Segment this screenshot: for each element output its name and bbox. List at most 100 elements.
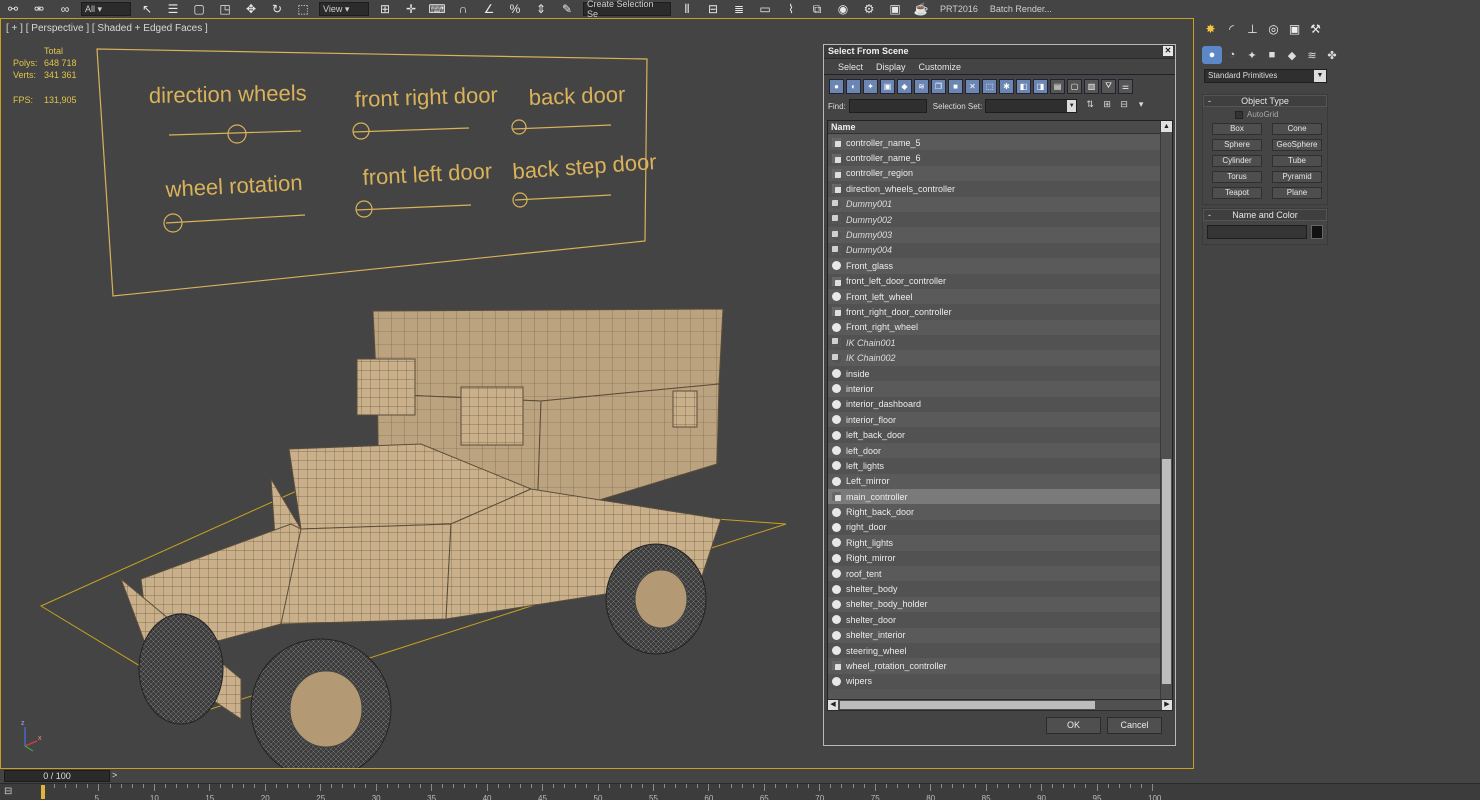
link-icon[interactable]: ⚯ <box>2 1 24 17</box>
utilities-tab-icon[interactable]: ⚒ <box>1305 20 1326 38</box>
filter-options-icon[interactable]: ⚌ <box>1118 78 1133 94</box>
list-item[interactable]: Dummy003 <box>828 227 1161 243</box>
display-bones-icon[interactable]: ✕ <box>965 78 980 94</box>
primitive-button-tube[interactable]: Tube <box>1272 155 1322 167</box>
find-input[interactable] <box>848 99 927 113</box>
autogrid-checkbox[interactable]: AutoGrid <box>1235 110 1327 119</box>
scroll-right-icon[interactable]: ▶ <box>1162 700 1172 710</box>
spinner-snap-icon[interactable]: ⇕ <box>530 1 552 17</box>
select-manipulate-icon[interactable]: ✛ <box>400 1 422 17</box>
rotate-icon[interactable]: ↻ <box>266 1 288 17</box>
window-crossing-icon[interactable]: ◳ <box>214 1 236 17</box>
pivot-icon[interactable]: ⊞ <box>374 1 396 17</box>
list-item[interactable]: interior_dashboard <box>828 396 1161 413</box>
frame-indicator[interactable]: 0 / 100 <box>4 770 110 782</box>
list-item[interactable]: controller_name_5 <box>828 135 1161 151</box>
time-marker[interactable] <box>41 785 45 799</box>
display-frozen-icon[interactable]: ✱ <box>999 78 1014 94</box>
menu-display[interactable]: Display <box>876 62 906 72</box>
track-bar[interactable]: ⊟ 5 10 15 20 25 30 35 40 45 50 55 60 65 70 75 80 85 90 95 1… <box>0 783 1480 800</box>
vertical-scrollbar[interactable]: ▲ ▼ <box>1160 121 1172 710</box>
cameras-icon[interactable]: ■ <box>1262 46 1282 64</box>
close-icon[interactable]: ✕ <box>1163 46 1173 56</box>
lights-icon[interactable]: ✦ <box>1242 46 1262 64</box>
list-item[interactable]: direction_wheels_controller <box>828 181 1161 197</box>
list-item[interactable]: shelter_interior <box>828 627 1161 643</box>
display-helpers-icon[interactable]: ◆ <box>897 78 912 94</box>
render-production-icon[interactable]: ☕ <box>910 1 932 17</box>
name-color-header[interactable]: - Name and Color <box>1203 209 1327 221</box>
list-item[interactable]: Front_left_wheel <box>828 288 1161 305</box>
primitive-button-plane[interactable]: Plane <box>1272 187 1322 199</box>
menu-select[interactable]: Select <box>838 62 863 72</box>
primitive-button-torus[interactable]: Torus <box>1212 171 1262 183</box>
select-all-icon[interactable]: ▤ <box>1050 78 1065 94</box>
cancel-button[interactable]: Cancel <box>1107 717 1162 734</box>
list-item[interactable]: Front_right_wheel <box>828 319 1161 336</box>
list-item[interactable]: IK Chain002 <box>828 350 1161 366</box>
list-item[interactable]: shelter_door <box>828 612 1161 628</box>
sync-selection-icon[interactable]: ⇅ <box>1083 99 1097 113</box>
primitive-button-pyramid[interactable]: Pyramid <box>1272 171 1322 183</box>
batch-render-label[interactable]: Batch Render... <box>990 4 1052 14</box>
bind-space-warp-icon[interactable]: ∞ <box>54 1 76 17</box>
move-icon[interactable]: ✥ <box>240 1 262 17</box>
list-item[interactable]: interior_floor <box>828 412 1161 428</box>
plugin-label[interactable]: PRT2016 <box>940 4 978 14</box>
humvee-model[interactable] <box>119 308 724 769</box>
display-lights-icon[interactable]: ✦ <box>863 78 878 94</box>
curve-editor-icon[interactable]: ⌇ <box>780 1 802 17</box>
space-warps-icon[interactable]: ≋ <box>1302 46 1322 64</box>
list-item[interactable]: Front_glass <box>828 258 1161 274</box>
modify-tab-icon[interactable]: ◜ <box>1221 20 1242 38</box>
display-xrefs-icon[interactable]: ■ <box>948 78 963 94</box>
toggle-ribbon-icon[interactable]: ▭ <box>754 1 776 17</box>
select-invert-icon[interactable]: ▥ <box>1084 78 1099 94</box>
hierarchy-tab-icon[interactable]: ⊥ <box>1242 20 1263 38</box>
menu-customize[interactable]: Customize <box>919 62 962 72</box>
display-cameras-icon[interactable]: ▣ <box>880 78 895 94</box>
scroll-thumb[interactable] <box>1162 459 1171 684</box>
angle-snap-icon[interactable]: ∠ <box>478 1 500 17</box>
display-spacewarps-icon[interactable]: ≋ <box>914 78 929 94</box>
render-setup-icon[interactable]: ⚙ <box>858 1 880 17</box>
display-hidden-icon[interactable]: ◧ <box>1016 78 1031 94</box>
mini-curve-editor-icon[interactable]: ⊟ <box>4 786 22 798</box>
display-shapes-icon[interactable]: ◐ <box>846 78 861 94</box>
display-containers-icon[interactable]: ⬚ <box>982 78 997 94</box>
list-item[interactable]: Right_back_door <box>828 504 1161 520</box>
list-item[interactable]: controller_region <box>828 165 1161 182</box>
scroll-up-icon[interactable]: ▲ <box>1161 121 1172 132</box>
primitive-button-box[interactable]: Box <box>1212 123 1262 135</box>
named-selection-dropdown[interactable]: Create Selection Se <box>583 0 671 18</box>
selection-set-dropdown[interactable]: ▼ <box>985 99 1078 113</box>
display-tab-icon[interactable]: ▣ <box>1284 20 1305 38</box>
viewport-label[interactable]: [ + ] [ Perspective ] [ Shaded + Edged F… <box>6 23 208 34</box>
layer-explorer-icon[interactable]: ≣ <box>728 1 750 17</box>
render-frame-icon[interactable]: ▣ <box>884 1 906 17</box>
primitive-button-cylinder[interactable]: Cylinder <box>1212 155 1262 167</box>
mirror-icon[interactable]: ⫴ <box>676 1 698 17</box>
material-editor-icon[interactable]: ◉ <box>832 1 854 17</box>
display-all-icon[interactable]: ◨ <box>1033 78 1048 94</box>
list-item[interactable]: Left_mirror <box>828 473 1161 489</box>
select-none-icon[interactable]: ▢ <box>1067 78 1082 94</box>
list-item[interactable]: right_door <box>828 519 1161 536</box>
list-item[interactable]: roof_tent <box>828 565 1161 582</box>
time-slider[interactable]: 0 / 100 > <box>0 769 1194 783</box>
list-item[interactable]: Dummy001 <box>828 196 1161 212</box>
shapes-icon[interactable]: ◔ <box>1222 46 1242 64</box>
next-frame-arrow[interactable]: > <box>112 770 117 780</box>
helpers-icon[interactable]: ◆ <box>1282 46 1302 64</box>
dialog-titlebar[interactable]: Select From Scene ✕ <box>824 45 1175 59</box>
name-column-header[interactable]: Name <box>828 121 1161 134</box>
primitive-button-teapot[interactable]: Teapot <box>1212 187 1262 199</box>
select-object-icon[interactable]: ↖ <box>136 1 158 17</box>
ok-button[interactable]: OK <box>1046 717 1101 734</box>
snap-toggle-icon[interactable]: ∩ <box>452 1 474 17</box>
systems-icon[interactable]: ✤ <box>1322 46 1342 64</box>
toolbar-options-icon[interactable]: ▾ <box>1134 99 1148 113</box>
list-dependents-icon[interactable]: ⊟ <box>1117 99 1131 113</box>
list-item[interactable]: left_lights <box>828 458 1161 474</box>
list-item[interactable]: main_controller <box>828 488 1161 505</box>
